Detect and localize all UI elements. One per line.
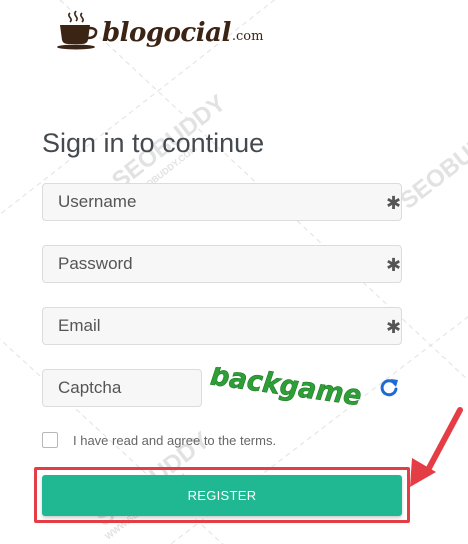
brand-logo: blogocial .com bbox=[56, 10, 263, 50]
logo-wordmark: blogocial bbox=[102, 18, 231, 48]
register-button[interactable]: REGISTER bbox=[42, 475, 402, 516]
watermark-text: SEOBUDDY bbox=[395, 110, 468, 215]
logo-domain: .com bbox=[231, 29, 264, 44]
terms-checkbox[interactable] bbox=[42, 432, 58, 448]
required-asterisk-icon: ✱ bbox=[386, 255, 402, 275]
pointer-arrow-icon bbox=[410, 407, 463, 487]
required-asterisk-icon: ✱ bbox=[386, 193, 402, 213]
password-field[interactable] bbox=[42, 245, 402, 283]
coffee-cup-icon bbox=[57, 10, 98, 50]
captcha-text: backgame bbox=[209, 367, 364, 405]
terms-label: I have read and agree to the terms. bbox=[73, 433, 277, 448]
page-title: Sign in to continue bbox=[42, 128, 265, 158]
email-field[interactable] bbox=[42, 307, 402, 345]
captcha-field[interactable] bbox=[42, 369, 202, 407]
refresh-icon[interactable] bbox=[378, 376, 400, 398]
captcha-image: backgame bbox=[208, 367, 364, 405]
username-field[interactable] bbox=[42, 183, 402, 221]
required-asterisk-icon: ✱ bbox=[386, 317, 402, 337]
